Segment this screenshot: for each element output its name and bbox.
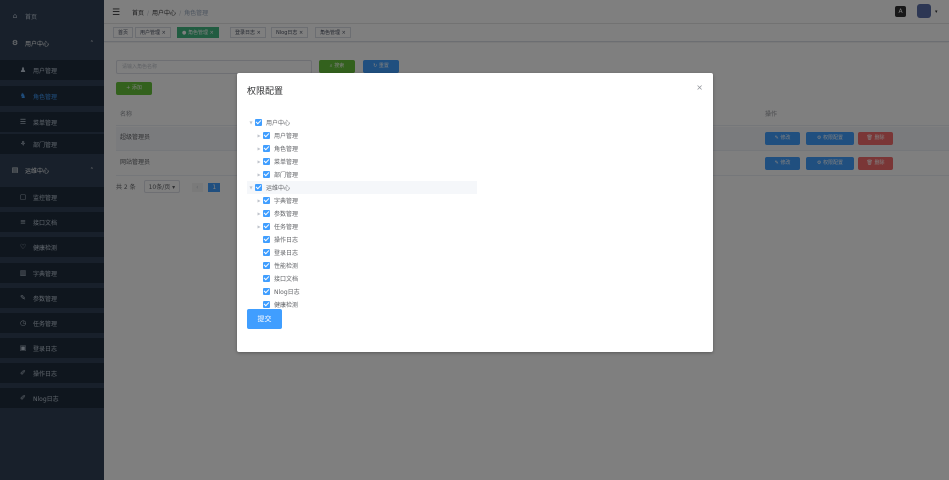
tree-node-label: 用户中心	[266, 120, 291, 127]
tree-node[interactable]: 接口文档	[247, 272, 477, 285]
checkbox[interactable]	[263, 197, 270, 204]
tree-node[interactable]: ▶ 字典管理	[247, 194, 477, 207]
checkbox[interactable]	[263, 262, 270, 269]
checkbox[interactable]	[263, 158, 270, 165]
tree-node-label: 操作日志	[274, 237, 299, 244]
tree-node-label: Nlog日志	[274, 289, 300, 296]
checkbox[interactable]	[263, 132, 270, 139]
checkbox[interactable]	[263, 288, 270, 295]
dialog-title: 权限配置	[247, 87, 284, 97]
tree-node-label: 用户管理	[274, 133, 299, 140]
tree-node[interactable]: ▶ 菜单管理	[247, 155, 477, 168]
tree-node-label: 登录日志	[274, 250, 299, 257]
checkbox[interactable]	[263, 301, 270, 308]
tree-node[interactable]: 登录日志	[247, 246, 477, 259]
caret-right-icon[interactable]: ▶	[255, 133, 263, 138]
tree-node-label: 菜单管理	[274, 159, 299, 166]
tree-node[interactable]: ▶ 任务管理	[247, 220, 477, 233]
close-icon[interactable]: ×	[696, 83, 703, 92]
checkbox[interactable]	[255, 184, 262, 191]
caret-right-icon[interactable]: ▶	[255, 211, 263, 216]
tree-node[interactable]: ▶ 部门管理	[247, 168, 477, 181]
tree-node[interactable]: ▼ 用户中心	[247, 116, 477, 129]
caret-right-icon[interactable]: ▶	[255, 172, 263, 177]
caret-right-icon[interactable]: ▶	[255, 198, 263, 203]
caret-right-icon[interactable]: ▶	[255, 224, 263, 229]
checkbox[interactable]	[255, 119, 262, 126]
tree-node-label: 接口文档	[274, 276, 299, 283]
checkbox[interactable]	[263, 249, 270, 256]
caret-right-icon[interactable]: ▶	[255, 159, 263, 164]
checkbox[interactable]	[263, 210, 270, 217]
checkbox[interactable]	[263, 275, 270, 282]
tree-node[interactable]: 性能检测	[247, 259, 477, 272]
checkbox[interactable]	[263, 145, 270, 152]
caret-right-icon[interactable]: ▶	[255, 146, 263, 151]
tree-node-label: 角色管理	[274, 146, 299, 153]
tree-node-label: 字典管理	[274, 198, 299, 205]
tree-node-label: 运维中心	[266, 185, 291, 192]
tree-node[interactable]: ▼ 运维中心	[247, 181, 477, 194]
tree-node-label: 参数管理	[274, 211, 299, 218]
tree-node-label: 性能检测	[274, 263, 299, 270]
checkbox[interactable]	[263, 223, 270, 230]
caret-down-icon[interactable]: ▼	[247, 185, 255, 190]
tree-node[interactable]: ▶ 用户管理	[247, 129, 477, 142]
caret-down-icon[interactable]: ▼	[247, 120, 255, 125]
tree-node-label: 健康检测	[274, 302, 299, 309]
tree-node[interactable]: Nlog日志	[247, 285, 477, 298]
tree-node-label: 部门管理	[274, 172, 299, 179]
checkbox[interactable]	[263, 171, 270, 178]
submit-button[interactable]: 提交	[247, 309, 282, 329]
permission-tree: ▼ 用户中心 ▶ 用户管理 ▶ 角色管理 ▶ 菜单管理 ▶ 部门管理 ▼ 运维中心 ▶ 字典管…	[247, 116, 477, 311]
tree-node[interactable]: 操作日志	[247, 233, 477, 246]
checkbox[interactable]	[263, 236, 270, 243]
tree-node[interactable]: ▶ 角色管理	[247, 142, 477, 155]
tree-node[interactable]: ▶ 参数管理	[247, 207, 477, 220]
tree-node-label: 任务管理	[274, 224, 299, 231]
permission-dialog: 权限配置 × ▼ 用户中心 ▶ 用户管理 ▶ 角色管理 ▶ 菜单管理 ▶ 部门管理 ▼ 运维…	[237, 73, 713, 352]
